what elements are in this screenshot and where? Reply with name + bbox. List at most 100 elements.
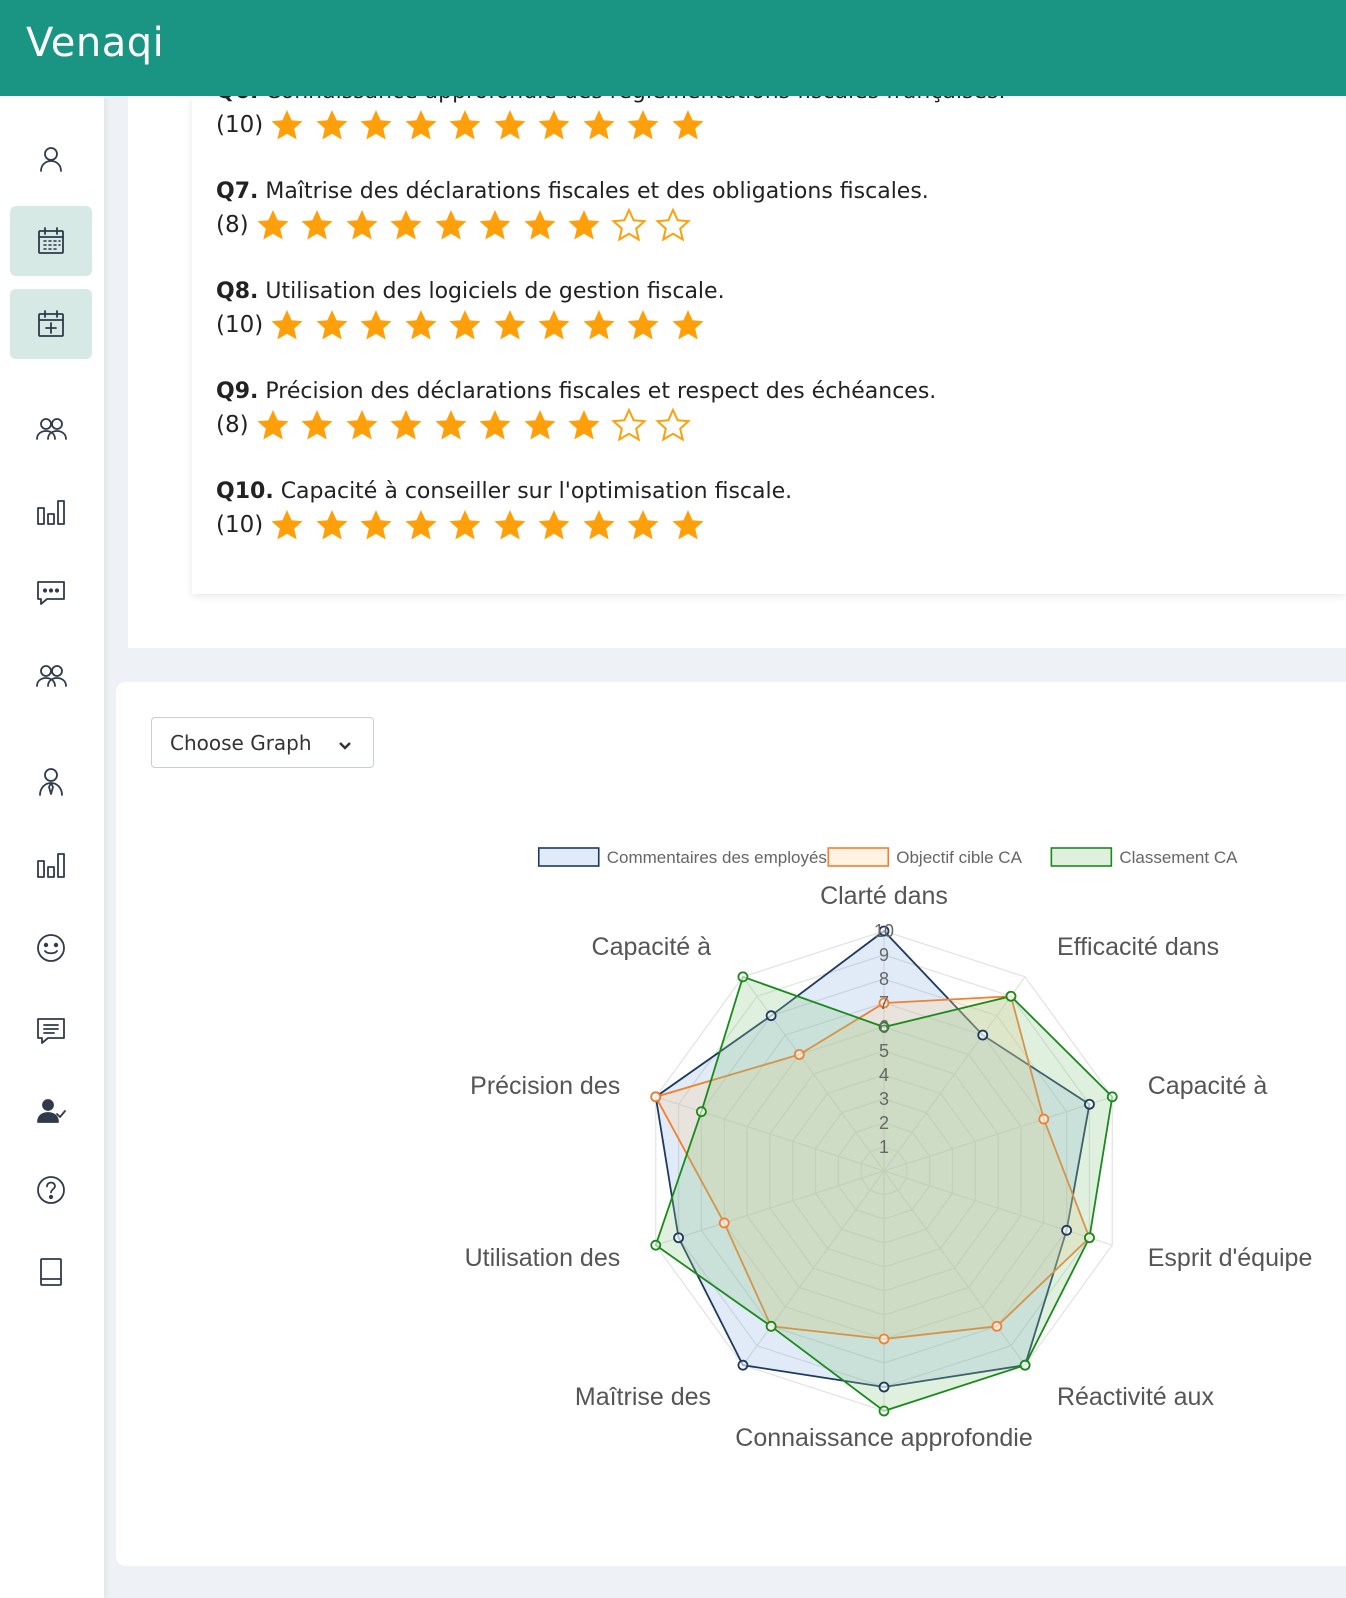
message-lines-icon (37, 1018, 65, 1044)
sidebar-item-mood[interactable] (10, 913, 92, 983)
user-icon (40, 147, 62, 172)
star-filled-icon[interactable] (536, 508, 572, 542)
star-empty-icon[interactable] (655, 407, 691, 442)
rating-value: (10) (216, 512, 264, 538)
star-filled-icon[interactable] (447, 308, 483, 342)
sidebar-item-validated-users[interactable] (10, 1076, 92, 1146)
question-item: Q6. Connaissance approfondie des régleme… (216, 96, 1005, 104)
star-filled-icon[interactable] (477, 408, 513, 442)
question-item: Q8. Utilisation des logiciels de gestion… (216, 279, 725, 304)
star-filled-icon[interactable] (433, 408, 469, 442)
sidebar-item-feedback[interactable] (10, 996, 92, 1066)
book-icon (40, 1258, 62, 1286)
star-filled-icon[interactable] (433, 208, 469, 242)
sidebar-item-messages[interactable] (10, 558, 92, 628)
rating-row: (8) (216, 407, 700, 442)
star-filled-icon[interactable] (670, 508, 706, 542)
brand-logo[interactable]: Venaqi (26, 20, 164, 66)
question-item: Q9. Précision des déclarations fiscales … (216, 379, 937, 404)
star-filled-icon[interactable] (403, 308, 439, 342)
sidebar (0, 96, 104, 1598)
star-filled-icon[interactable] (566, 208, 602, 242)
sidebar-item-manager[interactable] (10, 747, 92, 817)
sidebar-item-reports[interactable] (10, 477, 92, 547)
sidebar-item-guide[interactable] (10, 1237, 92, 1307)
rating-value: (10) (216, 112, 264, 138)
rating-row: (10) (216, 308, 714, 342)
star-filled-icon[interactable] (492, 308, 528, 342)
star-filled-icon[interactable] (581, 508, 617, 542)
star-empty-icon[interactable] (610, 407, 647, 442)
star-filled-icon[interactable] (403, 108, 439, 142)
rating-value: (8) (216, 412, 249, 438)
star-filled-icon[interactable] (388, 408, 424, 442)
star-filled-icon[interactable] (670, 108, 706, 142)
users-icon (36, 665, 67, 687)
star-filled-icon[interactable] (522, 208, 558, 242)
question-item: Q10. Capacité à conseiller sur l'optimis… (216, 479, 793, 504)
star-filled-icon[interactable] (358, 308, 394, 342)
chevron-down-icon (337, 735, 353, 751)
rating-value: (8) (216, 212, 249, 238)
questions-card: Q6. Connaissance approfondie des régleme… (192, 96, 1346, 594)
calendar-icon (38, 227, 64, 254)
rating-row: (8) (216, 207, 700, 242)
star-filled-icon[interactable] (314, 508, 350, 542)
sidebar-item-analytics[interactable] (10, 830, 92, 900)
sidebar-item-help[interactable] (10, 1155, 92, 1225)
star-filled-icon[interactable] (447, 108, 483, 142)
star-filled-icon[interactable] (447, 508, 483, 542)
user-tie-icon (39, 768, 63, 796)
bar-chart-icon (37, 853, 65, 878)
star-filled-icon[interactable] (492, 508, 528, 542)
star-filled-icon[interactable] (625, 108, 661, 142)
rating-value: (10) (216, 312, 264, 338)
star-filled-icon[interactable] (581, 308, 617, 342)
star-filled-icon[interactable] (625, 308, 661, 342)
star-empty-icon[interactable] (655, 207, 691, 242)
star-filled-icon[interactable] (566, 408, 602, 442)
star-filled-icon[interactable] (358, 508, 394, 542)
star-filled-icon[interactable] (269, 108, 305, 142)
sidebar-item-teams[interactable] (10, 394, 92, 464)
sidebar-item-groups[interactable] (10, 641, 92, 711)
star-filled-icon[interactable] (403, 508, 439, 542)
graph-panel (116, 682, 1346, 1566)
chat-dots-icon (37, 581, 65, 605)
star-filled-icon[interactable] (388, 208, 424, 242)
star-filled-icon[interactable] (314, 308, 350, 342)
star-filled-icon[interactable] (536, 308, 572, 342)
sidebar-item-profile[interactable] (10, 124, 92, 194)
star-filled-icon[interactable] (269, 508, 305, 542)
star-filled-icon[interactable] (344, 208, 380, 242)
top-bar: Venaqi (0, 0, 1346, 96)
rating-row: (10) (216, 108, 714, 142)
star-empty-icon[interactable] (610, 207, 647, 242)
star-filled-icon[interactable] (522, 408, 558, 442)
star-filled-icon[interactable] (477, 208, 513, 242)
smiley-icon (37, 934, 65, 962)
users-icon (36, 418, 67, 440)
star-filled-icon[interactable] (358, 108, 394, 142)
star-filled-icon[interactable] (255, 408, 291, 442)
choose-graph-dropdown[interactable]: Choose Graph (151, 717, 374, 768)
star-filled-icon[interactable] (299, 208, 335, 242)
bar-chart-icon (37, 500, 65, 525)
star-filled-icon[interactable] (344, 408, 380, 442)
calendar-plus-icon (38, 310, 64, 337)
sidebar-item-calendar-add[interactable] (10, 289, 92, 359)
help-circle-icon (37, 1176, 65, 1204)
star-filled-icon[interactable] (536, 108, 572, 142)
star-filled-icon[interactable] (492, 108, 528, 142)
star-filled-icon[interactable] (670, 308, 706, 342)
star-filled-icon[interactable] (625, 508, 661, 542)
user-check-icon (37, 1099, 66, 1123)
rating-row: (10) (216, 508, 714, 542)
sidebar-item-calendar[interactable] (10, 206, 92, 276)
star-filled-icon[interactable] (581, 108, 617, 142)
star-filled-icon[interactable] (269, 308, 305, 342)
star-filled-icon[interactable] (314, 108, 350, 142)
question-item: Q7. Maîtrise des déclarations fiscales e… (216, 179, 929, 204)
star-filled-icon[interactable] (255, 208, 291, 242)
star-filled-icon[interactable] (299, 408, 335, 442)
